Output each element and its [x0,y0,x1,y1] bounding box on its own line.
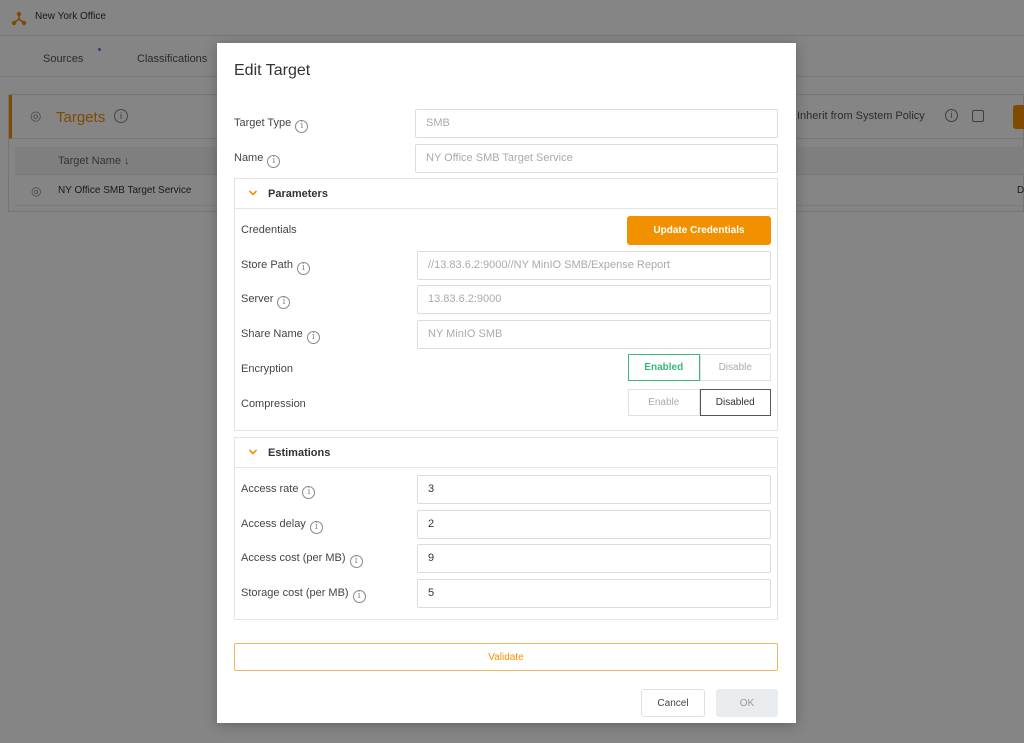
estimations-header[interactable]: Estimations [235,438,777,468]
share-name-label-text: Share Name [241,328,303,340]
info-icon[interactable]: i [296,262,310,275]
access-cost-label-text: Access cost (per MB) [241,552,346,564]
estimations-section: Estimations Access rate i 3 Access delay i… [234,437,778,620]
access-delay-input[interactable]: 2 [417,510,771,539]
compression-disabled-button[interactable]: Disabled [699,389,771,416]
dialog-title: Edit Target [234,62,311,79]
name-label-text: Name [234,152,264,164]
ok-button[interactable]: OK [716,689,778,717]
store-path-label: Store Path i [241,259,310,275]
parameters-header[interactable]: Parameters [235,179,777,209]
info-icon[interactable]: i [306,331,320,344]
access-rate-label-text: Access rate [241,483,299,495]
validate-button[interactable]: Validate [234,643,778,671]
parameters-section: Parameters Credentials Update Credential… [234,178,778,431]
target-type-input[interactable]: SMB [415,109,778,138]
server-label: Server i [241,293,291,309]
info-icon[interactable]: i [352,590,366,603]
info-icon[interactable]: i [267,155,281,168]
name-label: Name i [234,152,281,168]
storage-cost-label-text: Storage cost (per MB) [241,587,349,599]
name-input[interactable]: NY Office SMB Target Service [415,144,778,173]
update-credentials-button[interactable]: Update Credentials [627,216,771,245]
info-icon[interactable]: i [349,555,363,568]
access-delay-label: Access delay i [241,518,323,534]
chevron-down-icon [248,449,258,455]
target-type-label-text: Target Type [234,117,292,129]
estimations-title: Estimations [268,447,331,459]
storage-cost-label: Storage cost (per MB) i [241,587,366,603]
share-name-label: Share Name i [241,328,320,344]
share-name-input[interactable]: NY MinIO SMB [417,320,771,349]
encryption-label: Encryption [241,363,293,375]
compression-toggle: Enable Disabled [628,389,771,416]
compression-label: Compression [241,398,306,410]
store-path-input[interactable]: //13.83.6.2:9000//NY MinIO SMB/Expense R… [417,251,771,280]
encryption-disable-button[interactable]: Disable [699,354,771,381]
parameters-title: Parameters [268,188,328,200]
credentials-label: Credentials [241,224,297,236]
info-icon[interactable]: i [295,120,309,133]
info-icon[interactable]: i [277,296,291,309]
access-rate-input[interactable]: 3 [417,475,771,504]
encryption-toggle: Enabled Disable [628,354,771,381]
chevron-down-icon [248,190,258,196]
info-icon[interactable]: i [309,521,323,534]
access-delay-label-text: Access delay [241,518,306,530]
edit-target-dialog: Edit Target Target Type i SMB Name i NY Of… [217,43,796,723]
info-icon[interactable]: i [302,486,316,499]
access-cost-label: Access cost (per MB) i [241,552,363,568]
cancel-button[interactable]: Cancel [641,689,705,717]
server-input[interactable]: 13.83.6.2:9000 [417,285,771,314]
server-label-text: Server [241,293,274,305]
access-cost-input[interactable]: 9 [417,544,771,573]
store-path-label-text: Store Path [241,259,293,271]
access-rate-label: Access rate i [241,483,316,499]
compression-enable-button[interactable]: Enable [628,389,700,416]
encryption-enabled-button[interactable]: Enabled [628,354,700,381]
target-type-label: Target Type i [234,117,309,133]
storage-cost-input[interactable]: 5 [417,579,771,608]
